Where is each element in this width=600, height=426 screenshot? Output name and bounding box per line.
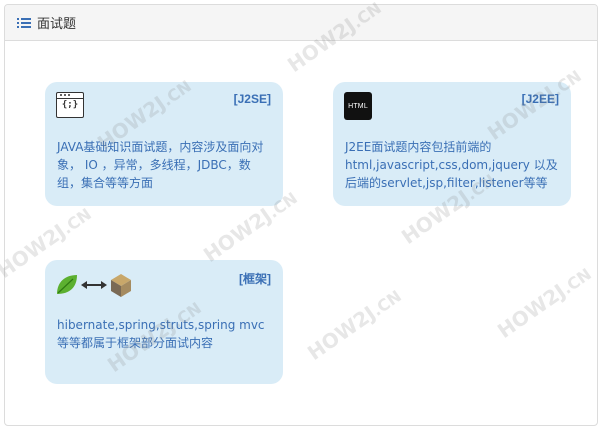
code-window-icon: {;} (56, 92, 84, 118)
double-arrow-icon (81, 281, 107, 289)
leaf-icon (57, 275, 77, 294)
panel-header: 面试题 (5, 5, 597, 41)
card-j2se[interactable]: {;} [J2SE] JAVA基础知识面试题，内容涉及面向对象， IO ，异常，… (45, 82, 283, 206)
card-framework[interactable]: [框架] hibernate,spring,struts,spring mvc … (45, 260, 283, 384)
card-description: J2EE面试题内容包括前端的html,javascript,css,dom,jq… (345, 140, 558, 190)
hibernate-spring-struts-icons (57, 274, 131, 297)
card-description: JAVA基础知识面试题，内容涉及面向对象， IO ，异常，多线程，JDBC，数组… (57, 140, 264, 190)
card-description: hibernate,spring,struts,spring mvc 等等都属于… (57, 318, 265, 350)
list-icon (17, 17, 31, 29)
html-icon: HTML (344, 92, 372, 120)
card-j2ee[interactable]: HTML [J2EE] J2EE面试题内容包括前端的html,javascrip… (333, 82, 571, 206)
card-tag[interactable]: [J2SE] (234, 92, 271, 106)
struts-cube-icon (111, 274, 131, 297)
card-tag[interactable]: [J2EE] (522, 92, 559, 106)
card-tag[interactable]: [框架] (239, 270, 271, 287)
panel-title: 面试题 (37, 17, 77, 32)
